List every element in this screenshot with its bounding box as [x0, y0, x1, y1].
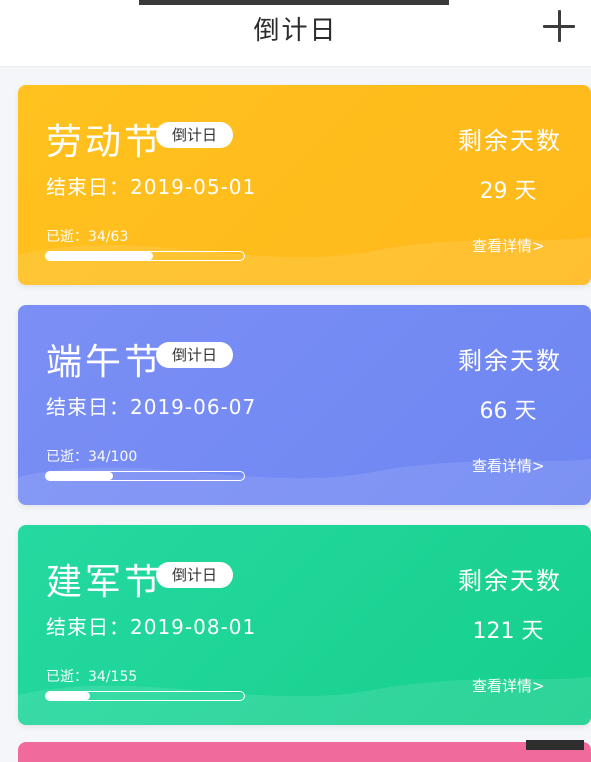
remaining-days-value: 121 天	[472, 619, 544, 644]
countdown-card[interactable]: 建军节 倒计日 结束日：2019-08-01 已逝：34/155 剩余天数 12…	[18, 525, 591, 725]
end-date: 结束日：2019-06-07	[46, 395, 257, 419]
status-strip	[139, 0, 449, 5]
elapsed-days: 已逝：34/100	[46, 449, 138, 465]
next-countdown-card-partial[interactable]	[18, 742, 591, 762]
progress-fill	[46, 692, 90, 700]
view-details-link[interactable]: 查看详情>	[472, 675, 545, 696]
progress-fill	[46, 472, 114, 480]
progress-bar	[45, 691, 245, 701]
event-name: 端午节	[46, 342, 164, 383]
overlay-bar	[526, 740, 584, 750]
remaining-days-value: 29 天	[479, 179, 537, 204]
elapsed-days: 已逝：34/63	[46, 229, 129, 245]
remaining-days-label: 剩余天数	[458, 347, 562, 375]
countdown-card[interactable]: 劳动节 倒计日 结束日：2019-05-01 已逝：34/63 剩余天数 29 …	[18, 85, 591, 285]
countdown-badge: 倒计日	[156, 342, 234, 368]
page-title: 倒计日	[253, 16, 338, 46]
countdown-card[interactable]: 端午节 倒计日 结束日：2019-06-07 已逝：34/100 剩余天数 66…	[18, 305, 591, 505]
countdown-badge: 倒计日	[156, 562, 234, 588]
event-name: 建军节	[46, 562, 164, 603]
event-name: 劳动节	[46, 122, 164, 163]
countdown-badge: 倒计日	[156, 122, 234, 148]
view-details-link[interactable]: 查看详情>	[472, 235, 545, 256]
elapsed-days: 已逝：34/155	[46, 669, 138, 685]
view-details-link[interactable]: 查看详情>	[472, 455, 545, 476]
end-date: 结束日：2019-05-01	[46, 175, 257, 199]
remaining-days-value: 66 天	[479, 399, 537, 424]
progress-bar	[45, 471, 245, 481]
remaining-days-label: 剩余天数	[458, 567, 562, 595]
progress-fill	[46, 252, 153, 260]
progress-bar	[45, 251, 245, 261]
end-date: 结束日：2019-08-01	[46, 615, 257, 639]
add-countdown-button[interactable]	[541, 8, 577, 44]
remaining-days-label: 剩余天数	[458, 127, 562, 155]
top-bar: 倒计日	[0, 0, 591, 67]
